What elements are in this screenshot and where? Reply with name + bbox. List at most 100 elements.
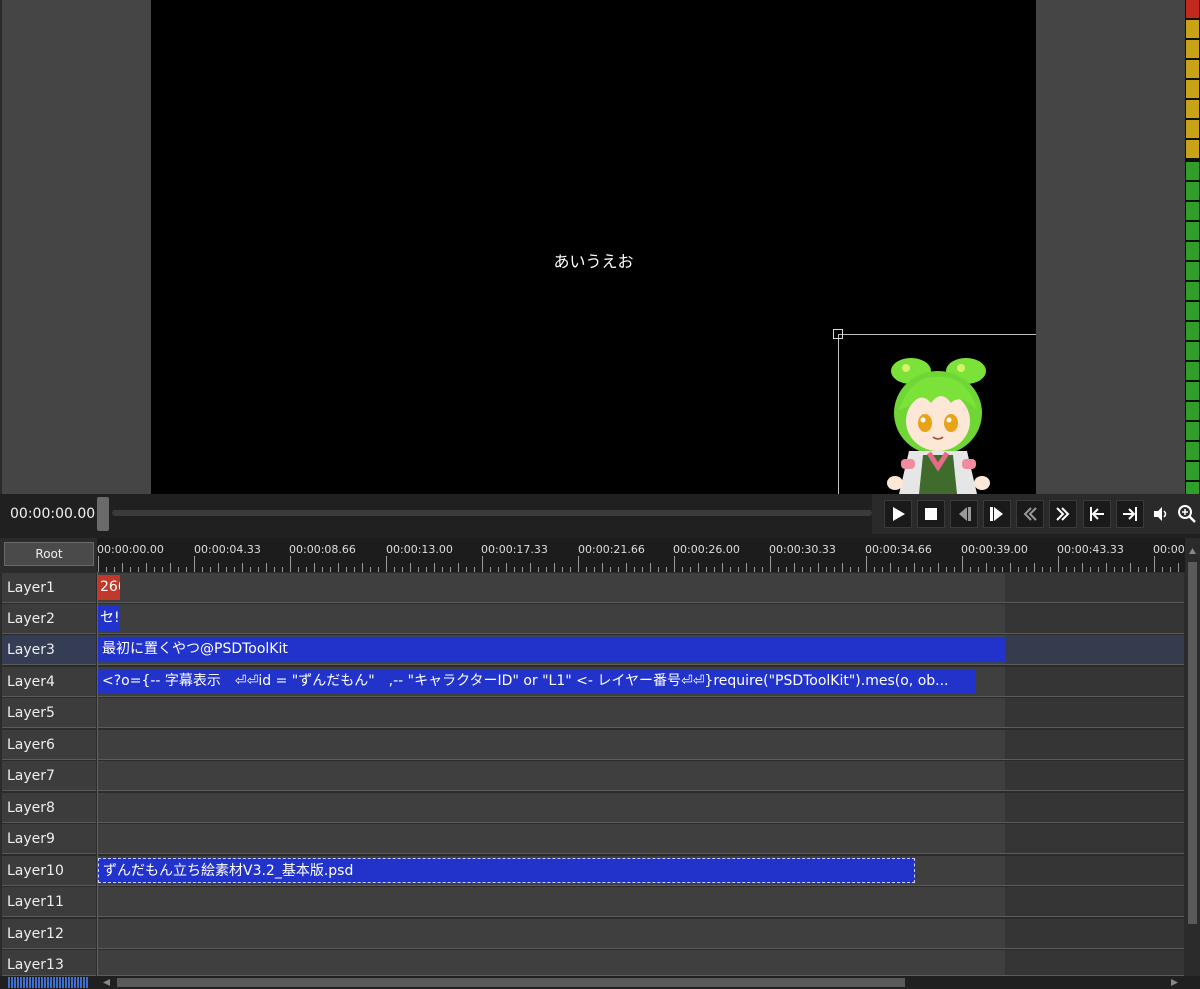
timeline-clip-layer1[interactable]: 260 (98, 575, 120, 600)
ruler-tick (306, 567, 307, 572)
ruler-tick (874, 567, 875, 572)
ruler-tick (1010, 563, 1011, 572)
layer-row-9[interactable] (97, 824, 1184, 854)
ruler-tick (1098, 567, 1099, 572)
ruler-tick (514, 567, 515, 572)
ruler-tick (650, 563, 651, 572)
stop-button[interactable] (917, 500, 945, 528)
ruler-tick (602, 563, 603, 572)
layer-label-10[interactable]: Layer10 (2, 856, 96, 886)
ruler-tick (202, 567, 203, 572)
scroll-up-icon[interactable] (1188, 547, 1197, 555)
ruler-tick (178, 567, 179, 572)
ruler-tick (1130, 563, 1131, 572)
layer-row-4[interactable]: <?o={-- 字幕表示 ⏎⏎id = "ずんだもん" ,-- "キャラクターI… (97, 667, 1184, 697)
layer-label-3[interactable]: Layer3 (2, 635, 96, 665)
ruler-tick (530, 563, 531, 572)
next-keyframe-icon (1056, 507, 1070, 521)
timeline-clip-layer2[interactable]: セ! (98, 606, 120, 631)
ruler-ticks (97, 538, 1185, 572)
playhead-line[interactable] (97, 572, 98, 976)
ruler-tick (554, 563, 555, 572)
ruler-tick (938, 563, 939, 572)
seek-track[interactable] (112, 510, 872, 516)
volume-icon[interactable] (1152, 505, 1170, 523)
ruler-tick (626, 563, 627, 572)
ruler-tick (130, 567, 131, 572)
layer-row-12[interactable] (97, 919, 1184, 949)
ruler-tick (1058, 556, 1059, 572)
ruler-tick (594, 567, 595, 572)
canvas-text: あいうえお (553, 252, 634, 271)
ruler-tick (226, 567, 227, 572)
ruler-tick (322, 567, 323, 572)
ruler-tick (354, 567, 355, 572)
go-start-button[interactable] (1083, 500, 1111, 528)
scroll-left-icon[interactable] (102, 978, 111, 987)
seek-handle[interactable] (97, 497, 109, 531)
ruler-tick (610, 567, 611, 572)
layer-label-9[interactable]: Layer9 (2, 824, 96, 854)
layer-row-7[interactable] (97, 761, 1184, 791)
timeline-clip-layer3[interactable]: 最初に置くやつ@PSDToolKit (98, 637, 1005, 662)
ruler-tick (1114, 567, 1115, 572)
ruler-tick (698, 563, 699, 572)
go-end-button[interactable] (1116, 500, 1144, 528)
ruler-tick (778, 567, 779, 572)
layer-label-13[interactable]: Layer13 (2, 950, 96, 976)
timeline-zoom-slider[interactable] (8, 977, 88, 988)
ruler-tick (578, 556, 579, 572)
layer-label-4[interactable]: Layer4 (2, 667, 96, 697)
ruler-tick (1154, 556, 1155, 572)
ruler-tick (434, 563, 435, 572)
ruler-tick (482, 556, 483, 572)
ruler-tick (962, 556, 963, 572)
layer-row-10[interactable]: ずんだもん立ち絵素材V3.2_基本版.psd (97, 856, 1184, 886)
layer-label-7[interactable]: Layer7 (2, 761, 96, 791)
ruler-tick (954, 567, 955, 572)
ruler-tick (346, 567, 347, 572)
prev-keyframe-button[interactable] (1016, 500, 1044, 528)
next-frame-button[interactable] (983, 500, 1011, 528)
horizontal-scroll-thumb[interactable] (117, 978, 905, 987)
layer-label-2[interactable]: Layer2 (2, 604, 96, 634)
layer-label-1[interactable]: Layer1 (2, 573, 96, 603)
layer-label-5[interactable]: Layer5 (2, 698, 96, 728)
preview-canvas[interactable]: あいうえお (151, 0, 1036, 494)
layer-row-13[interactable] (97, 950, 1184, 976)
ruler-tick (706, 567, 707, 572)
layer-row-1[interactable]: 260 (97, 573, 1184, 603)
ruler-tick (762, 567, 763, 572)
layer-label-11[interactable]: Layer11 (2, 887, 96, 917)
ruler-tick (1122, 567, 1123, 572)
scroll-right-icon[interactable] (1170, 978, 1179, 987)
layer-row-2[interactable]: セ! (97, 604, 1184, 634)
resize-handle-top-left[interactable] (833, 329, 843, 339)
layer-row-6[interactable] (97, 730, 1184, 760)
layer-row-5[interactable] (97, 698, 1184, 728)
layer-row-11[interactable] (97, 887, 1184, 917)
time-ruler[interactable]: 00:00:00.00 00:00:04.33 00:00:08.66 00:0… (97, 538, 1185, 572)
ruler-tick (1138, 567, 1139, 572)
layer-label-8[interactable]: Layer8 (2, 793, 96, 823)
zoom-icon[interactable] (1177, 504, 1197, 524)
ruler-tick (522, 567, 523, 572)
ruler-tick (330, 567, 331, 572)
root-button[interactable]: Root (4, 542, 94, 566)
timeline-clip-layer4[interactable]: <?o={-- 字幕表示 ⏎⏎id = "ずんだもん" ,-- "キャラクターI… (98, 669, 976, 694)
ruler-tick (986, 563, 987, 572)
ruler-tick (930, 567, 931, 572)
layer-row-8[interactable] (97, 793, 1184, 823)
prev-frame-button[interactable] (950, 500, 978, 528)
play-button[interactable] (884, 500, 912, 528)
ruler-tick (906, 567, 907, 572)
layer-label-12[interactable]: Layer12 (2, 919, 96, 949)
timeline-clip-layer10[interactable]: ずんだもん立ち絵素材V3.2_基本版.psd (98, 858, 915, 883)
ruler-tick (1146, 567, 1147, 572)
next-keyframe-button[interactable] (1049, 500, 1077, 528)
vertical-scroll-thumb[interactable] (1188, 562, 1197, 924)
selection-box[interactable] (833, 329, 1036, 494)
layer-row-3[interactable]: 最初に置くやつ@PSDToolKit (97, 635, 1184, 665)
ruler-tick (474, 567, 475, 572)
layer-label-6[interactable]: Layer6 (2, 730, 96, 760)
